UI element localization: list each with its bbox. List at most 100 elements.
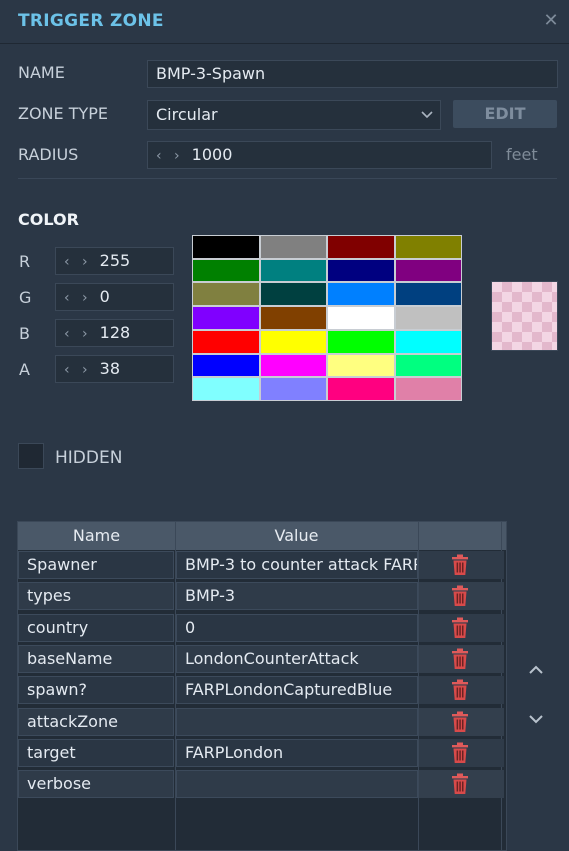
- name-input[interactable]: BMP-3-Spawn: [147, 60, 558, 88]
- color-b-stepper[interactable]: ‹ › 128: [55, 319, 174, 347]
- color-swatch[interactable]: [260, 259, 326, 282]
- properties-table: Name Value Spawner BMP-3 to counter attac…: [17, 521, 507, 851]
- column-header-name: Name: [72, 526, 121, 545]
- color-swatch[interactable]: [193, 307, 259, 329]
- color-swatch[interactable]: [328, 330, 394, 353]
- color-swatch[interactable]: [260, 236, 326, 258]
- color-swatch[interactable]: [328, 354, 394, 377]
- trash-icon[interactable]: [450, 679, 470, 701]
- stepper-arrows-icon[interactable]: ‹ ›: [64, 290, 92, 306]
- color-r-stepper[interactable]: ‹ › 255: [55, 247, 174, 275]
- color-a-value: 38: [99, 359, 121, 378]
- color-swatch[interactable]: [328, 259, 394, 282]
- color-swatch[interactable]: [328, 283, 394, 306]
- color-swatch[interactable]: [328, 236, 394, 258]
- color-preview: [491, 281, 558, 351]
- color-swatch[interactable]: [260, 283, 326, 306]
- color-g-stepper[interactable]: ‹ › 0: [55, 283, 174, 311]
- row-name-field[interactable]: verbose: [18, 770, 174, 799]
- hidden-checkbox[interactable]: [18, 443, 44, 469]
- color-swatch[interactable]: [395, 283, 461, 306]
- row-value-field[interactable]: 0: [176, 613, 418, 642]
- row-name-field[interactable]: spawn?: [18, 676, 174, 705]
- stepper-arrows-icon[interactable]: ‹ ›: [64, 254, 92, 270]
- stepper-arrows-icon[interactable]: ‹ ›: [64, 362, 92, 378]
- row-name-field[interactable]: attackZone: [18, 707, 174, 736]
- table-row: attackZone: [18, 707, 506, 736]
- row-value-field[interactable]: [176, 770, 418, 799]
- row-name-field[interactable]: Spawner: [18, 551, 174, 579]
- color-swatch[interactable]: [395, 307, 461, 329]
- edit-button[interactable]: EDIT: [453, 100, 557, 128]
- table-row: verbose: [18, 770, 506, 799]
- zone-type-select[interactable]: Circular: [147, 100, 441, 130]
- color-swatch[interactable]: [193, 283, 259, 306]
- color-swatch[interactable]: [328, 307, 394, 329]
- row-value-field[interactable]: FARPLondonCapturedBlue: [176, 676, 418, 705]
- row-name-field[interactable]: target: [18, 738, 174, 767]
- row-name-field[interactable]: baseName: [18, 644, 174, 673]
- color-a-stepper[interactable]: ‹ › 38: [55, 355, 174, 383]
- row-name-field[interactable]: country: [18, 613, 174, 642]
- radius-stepper[interactable]: ‹ › 1000: [147, 141, 492, 169]
- color-swatch[interactable]: [395, 236, 461, 258]
- table-row: types BMP-3: [18, 582, 506, 611]
- trash-icon[interactable]: [450, 773, 470, 795]
- color-section-title: COLOR: [18, 210, 79, 229]
- color-b-value: 128: [99, 323, 131, 342]
- radius-label: RADIUS: [18, 145, 79, 164]
- color-swatch[interactable]: [193, 259, 259, 282]
- chevron-down-icon: [421, 111, 433, 119]
- color-g-label: G: [19, 288, 32, 307]
- chevron-down-icon[interactable]: [524, 707, 548, 731]
- row-value-field[interactable]: BMP-3 to counter attack FARP: [176, 551, 418, 579]
- color-g-value: 0: [99, 287, 110, 306]
- trash-icon[interactable]: [450, 554, 470, 576]
- stepper-arrows-icon[interactable]: ‹ ›: [64, 326, 92, 342]
- trash-icon[interactable]: [450, 617, 470, 639]
- color-swatch[interactable]: [193, 354, 259, 377]
- row-value-field[interactable]: BMP-3: [176, 582, 418, 611]
- table-row: country 0: [18, 613, 506, 642]
- color-swatch[interactable]: [260, 354, 326, 377]
- color-swatch[interactable]: [395, 378, 461, 400]
- trash-icon[interactable]: [450, 742, 470, 764]
- color-r-value: 255: [99, 251, 131, 270]
- dialog-title: TRIGGER ZONE: [18, 11, 164, 31]
- color-swatch[interactable]: [260, 378, 326, 400]
- color-swatch[interactable]: [395, 330, 461, 353]
- color-swatch[interactable]: [193, 330, 259, 353]
- row-name-field[interactable]: types: [18, 582, 174, 611]
- trash-icon[interactable]: [450, 585, 470, 607]
- divider: [18, 178, 557, 179]
- hidden-label: HIDDEN: [55, 448, 123, 468]
- color-a-label: A: [19, 360, 30, 379]
- color-swatch[interactable]: [260, 330, 326, 353]
- zone-type-value: Circular: [156, 105, 218, 124]
- trash-icon[interactable]: [450, 711, 470, 733]
- table-header: Name Value: [18, 522, 506, 550]
- color-swatch[interactable]: [260, 307, 326, 329]
- color-swatch[interactable]: [395, 354, 461, 377]
- chevron-up-icon[interactable]: [524, 658, 548, 682]
- color-swatch[interactable]: [328, 378, 394, 400]
- table-row: baseName LondonCounterAttack: [18, 644, 506, 673]
- row-value-field[interactable]: LondonCounterAttack: [176, 644, 418, 673]
- name-label: NAME: [18, 63, 65, 82]
- color-swatch[interactable]: [193, 236, 259, 258]
- row-value-field[interactable]: FARPLondon: [176, 738, 418, 767]
- trash-icon[interactable]: [450, 648, 470, 670]
- stepper-arrows-icon[interactable]: ‹ ›: [156, 148, 184, 164]
- row-value-field[interactable]: [176, 707, 418, 736]
- close-icon[interactable]: ✕: [540, 8, 562, 34]
- radius-unit: feet: [506, 145, 538, 164]
- color-swatch[interactable]: [193, 378, 259, 400]
- radius-value: 1000: [191, 145, 233, 164]
- color-r-label: R: [19, 252, 31, 271]
- table-row: Spawner BMP-3 to counter attack FARP: [18, 551, 506, 579]
- color-b-label: B: [19, 324, 30, 343]
- zone-type-label: ZONE TYPE: [18, 104, 109, 123]
- color-palette: [192, 235, 462, 401]
- color-swatch[interactable]: [395, 259, 461, 282]
- table-row: spawn? FARPLondonCapturedBlue: [18, 676, 506, 705]
